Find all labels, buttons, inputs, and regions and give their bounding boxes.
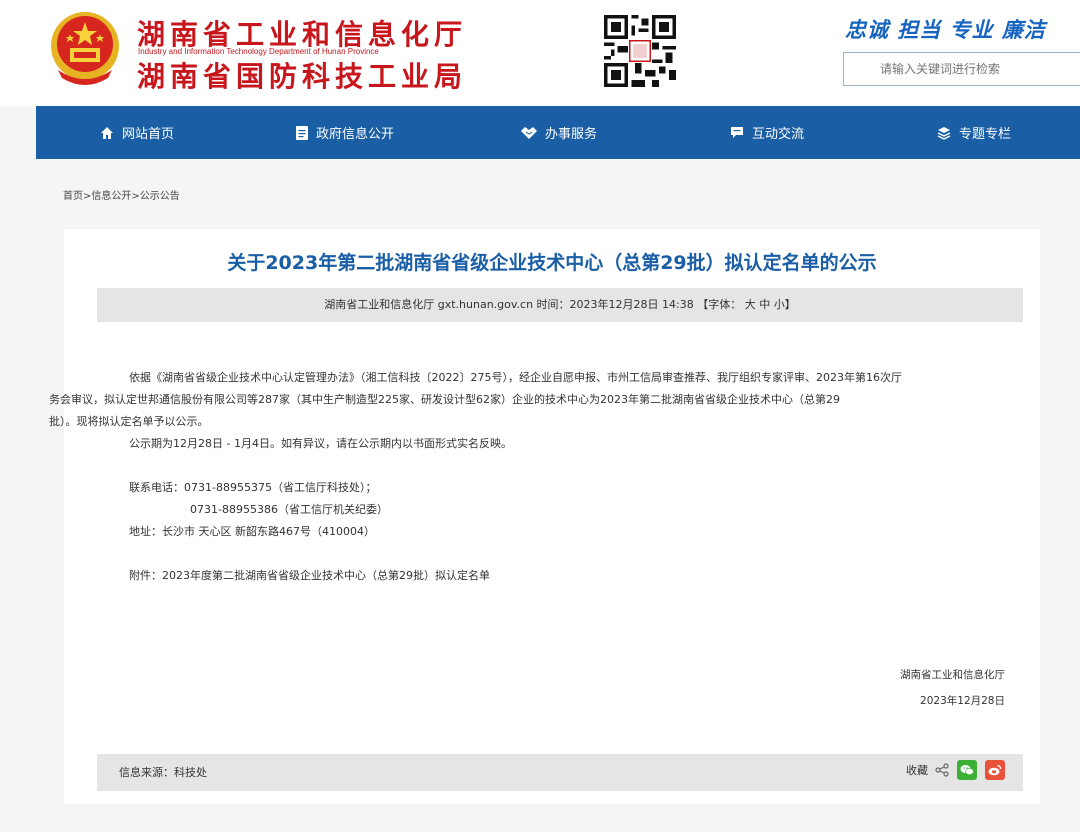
nav-item-label: 网站首页 bbox=[122, 127, 175, 142]
wechat-icon bbox=[960, 765, 974, 776]
qr-code-icon bbox=[604, 15, 676, 87]
share-icon[interactable] bbox=[935, 763, 949, 777]
collect-button[interactable]: 收藏 bbox=[906, 762, 928, 778]
nav-item-interaction[interactable]: 互动交流 bbox=[730, 106, 804, 159]
article-title: 关于2023年第二批湖南省省级企业技术中心（总第29批）拟认定名单的公示 bbox=[227, 252, 877, 274]
weibo-share-button[interactable] bbox=[985, 760, 1005, 780]
signature-org: 湖南省工业和信息化厅 bbox=[900, 669, 1005, 681]
nav-item-label: 政府信息公开 bbox=[316, 127, 395, 142]
contact-address: 地址：长沙市 天心区 新韶东路467号（410004） bbox=[129, 525, 375, 538]
contact-phone-1: 联系电话：0731-88955375（省工信厅科技处）； bbox=[129, 481, 377, 494]
meta-bracket: 】 bbox=[784, 298, 796, 311]
paragraph-2: 公示期为12月28日 - 1月4日。如有异议，请在公示期内以书面形式实名反映。 bbox=[129, 437, 512, 450]
article-meta: 湖南省工业和信息化厅 gxt.hunan.gov.cn 时间：2023年12月2… bbox=[97, 288, 1023, 322]
weibo-icon bbox=[988, 764, 1002, 776]
home-icon bbox=[101, 126, 113, 139]
handshake-icon bbox=[521, 126, 537, 139]
font-size-medium[interactable]: 中 bbox=[759, 298, 770, 311]
layers-icon bbox=[937, 126, 951, 140]
article-body: 依据《湖南省省级企业技术中心认定管理办法》（湘工信科技〔2022〕275号），经… bbox=[49, 367, 1017, 587]
signature: 湖南省工业和信息化厅 2023年12月28日 bbox=[900, 662, 1005, 714]
info-source: 信息来源：科技处 bbox=[119, 766, 207, 779]
font-size-large[interactable]: 大 bbox=[745, 298, 756, 311]
slogan: 忠诚 担当 专业 廉洁 bbox=[845, 18, 1046, 42]
nav-item-label: 专题专栏 bbox=[959, 127, 1012, 142]
chat-icon bbox=[731, 126, 743, 138]
site-header: 湖南省工业和信息化厅 Industry and Information Tech… bbox=[0, 0, 1080, 106]
wechat-share-button[interactable] bbox=[957, 760, 977, 780]
nav-item-label: 互动交流 bbox=[752, 127, 805, 142]
site-subtitle-cn: 湖南省国防科技工业局 bbox=[137, 60, 468, 93]
meta-info: 湖南省工业和信息化厅 gxt.hunan.gov.cn 时间：2023年12月2… bbox=[324, 298, 742, 311]
share-bar: 收藏 bbox=[906, 760, 1005, 780]
national-emblem-icon bbox=[51, 12, 119, 85]
nav-item-gov-info[interactable]: 政府信息公开 bbox=[296, 106, 394, 159]
document-icon bbox=[296, 125, 308, 140]
article-footer: 信息来源：科技处 收藏 bbox=[97, 754, 1023, 791]
font-size-small[interactable]: 小 bbox=[774, 298, 785, 311]
signature-date: 2023年12月28日 bbox=[920, 695, 1005, 707]
search-input[interactable] bbox=[843, 52, 1080, 86]
nav-item-home[interactable]: 网站首页 bbox=[100, 106, 174, 159]
main-nav: 网站首页 政府信息公开 办事服务 互动交流 专题专栏 bbox=[36, 106, 1080, 159]
nav-item-topics[interactable]: 专题专栏 bbox=[937, 106, 1011, 159]
paragraph-1-line-2: 务会审议，拟认定世邦通信股份有限公司等287家（其中生产制造型225家、研发设计… bbox=[49, 393, 840, 406]
attachment-link[interactable]: 附件：2023年度第二批湖南省省级企业技术中心（总第29批）拟认定名单 bbox=[129, 565, 1017, 587]
breadcrumb[interactable]: 首页>信息公开>公示公告 bbox=[63, 187, 180, 202]
article-card: 关于2023年第二批湖南省省级企业技术中心（总第29批）拟认定名单的公示 湖南省… bbox=[49, 229, 1040, 804]
contact-phone-2: 0731-88955386（省工信厅机关纪委） bbox=[190, 503, 388, 516]
nav-item-services[interactable]: 办事服务 bbox=[521, 106, 597, 159]
paragraph-1-line-1: 依据《湖南省省级企业技术中心认定管理办法》（湘工信科技〔2022〕275号），经… bbox=[129, 371, 902, 384]
paragraph-1-line-3: 批）。现将拟认定名单予以公示。 bbox=[49, 415, 209, 428]
nav-item-label: 办事服务 bbox=[545, 127, 598, 142]
